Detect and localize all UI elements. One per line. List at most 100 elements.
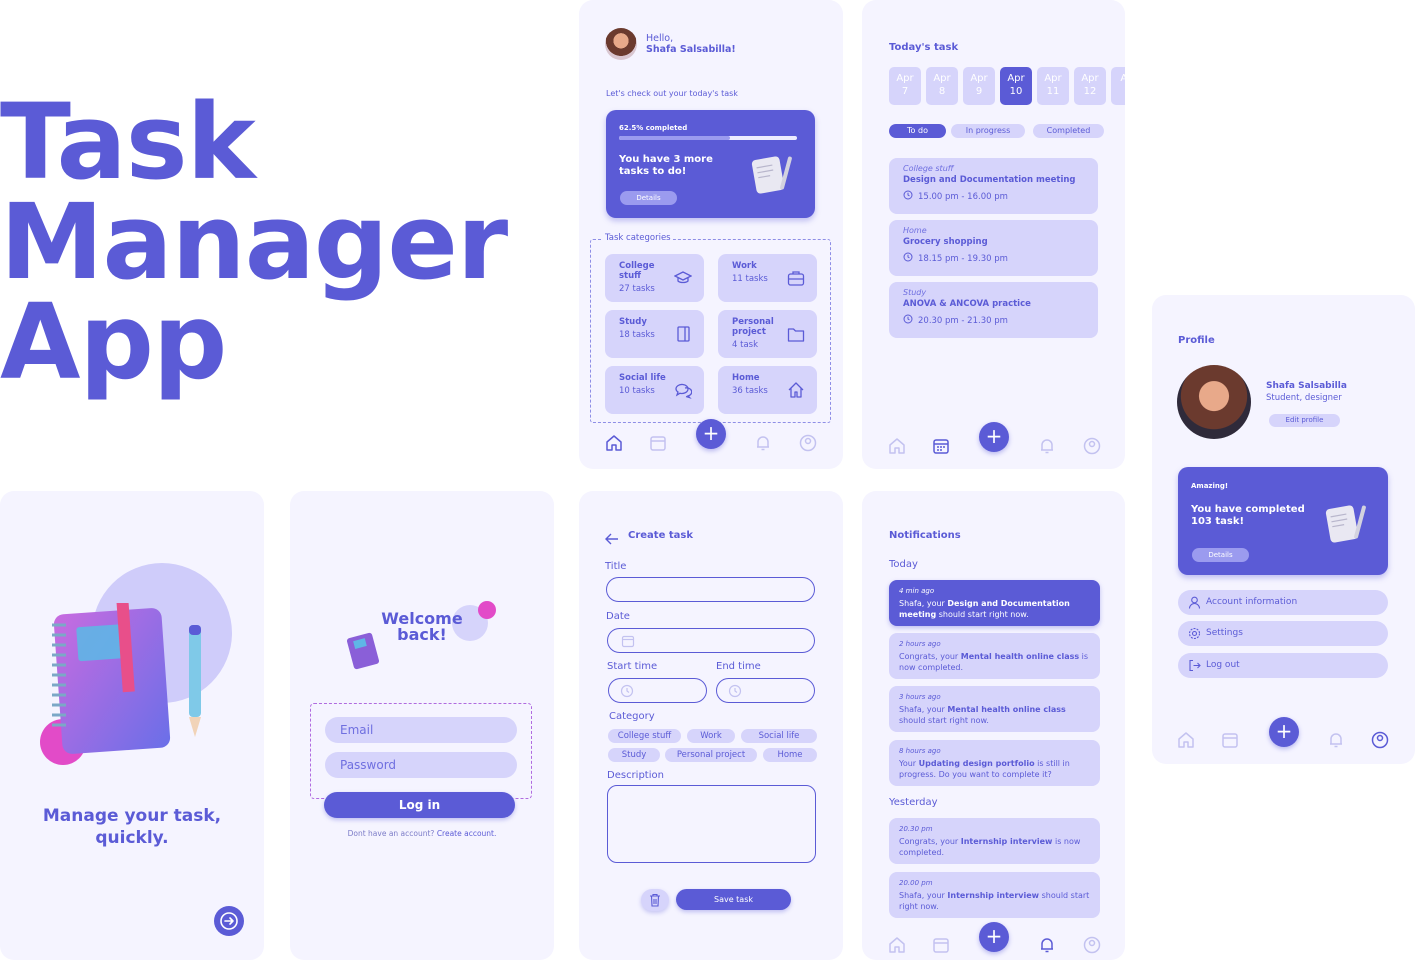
nav-calendar-icon[interactable] [931, 935, 951, 955]
nav-bell-icon[interactable] [753, 433, 773, 453]
next-button[interactable] [214, 906, 244, 936]
splash-tagline: Manage your task, quickly. [0, 805, 264, 849]
clock-icon [903, 252, 913, 265]
notification-item[interactable]: 8 hours ago Your Updating design portfoli… [889, 740, 1100, 786]
date-cell[interactable]: Ap1 [1111, 67, 1125, 105]
nav-bell-icon[interactable] [1037, 436, 1057, 456]
notification-item[interactable]: 3 hours ago Shafa, your Mental health onl… [889, 686, 1100, 732]
notification-item[interactable]: 20.30 pm Congrats, your Internship interv… [889, 818, 1100, 864]
date-cell[interactable]: Apr 11 [1037, 67, 1069, 105]
notification-post: should start right now. [936, 610, 1029, 619]
add-task-button[interactable]: + [979, 922, 1009, 952]
nav-home-icon[interactable] [887, 436, 907, 456]
profile-avatar [1177, 365, 1251, 439]
login-button[interactable]: Log in [324, 792, 515, 818]
account-information-button[interactable]: Account information [1178, 590, 1388, 615]
filter-chip[interactable]: To do [889, 124, 946, 138]
nav-home-icon[interactable] [604, 433, 624, 453]
notification-pre: Your [899, 759, 919, 768]
nav-calendar-icon[interactable] [648, 433, 668, 453]
edit-profile-button[interactable]: Edit profile [1269, 414, 1340, 427]
back-arrow-icon[interactable] [605, 530, 619, 545]
date-input[interactable] [607, 628, 815, 653]
category-name: Work [732, 261, 757, 271]
task-time-row: 15.00 pm - 16.00 pm [903, 190, 1084, 203]
calendar-icon [621, 635, 635, 648]
nav-profile-icon[interactable] [1082, 436, 1102, 456]
save-task-button[interactable]: Save task [676, 889, 791, 910]
category-card[interactable]: Personal project 4 task [718, 310, 817, 358]
date-cell[interactable]: Apr 8 [926, 67, 958, 105]
category-card[interactable]: Study 18 tasks [605, 310, 704, 358]
filter-chip[interactable]: In progress [951, 124, 1025, 138]
end-time-input[interactable] [716, 678, 815, 703]
category-chip[interactable]: Work [687, 729, 735, 743]
nav-calendar-icon[interactable] [931, 436, 951, 456]
start-time-input[interactable] [608, 678, 707, 703]
avatar[interactable] [605, 28, 637, 60]
nav-home-icon[interactable] [887, 935, 907, 955]
pencil-illustration [189, 625, 201, 737]
progress-details-button[interactable]: Details [620, 191, 677, 205]
category-card[interactable]: Home 36 tasks [718, 366, 817, 414]
task-time: 20.30 pm - 21.30 pm [918, 315, 1008, 326]
notification-pre: Congrats, your [899, 837, 961, 846]
home-screen: Hello, Shafa Salsabilla! Let's check out… [579, 0, 843, 469]
nav-home-icon[interactable] [1176, 730, 1196, 750]
progress-text: You have 3 more tasks to do! [619, 154, 713, 178]
notifications-bottom-nav: + [862, 922, 1125, 960]
briefcase-icon [787, 269, 805, 287]
splash-tagline-line1: Manage your task, [42, 806, 222, 826]
add-task-button[interactable]: + [696, 419, 726, 449]
category-chip[interactable]: Home [763, 748, 817, 762]
date-cell[interactable]: Apr 12 [1074, 67, 1106, 105]
gear-icon [1188, 627, 1201, 640]
nav-profile-icon[interactable] [1370, 730, 1390, 750]
hero-title-line3: App [0, 281, 227, 403]
category-card[interactable]: Social life 10 tasks [605, 366, 704, 414]
settings-button[interactable]: Settings [1178, 621, 1388, 646]
nav-bell-icon[interactable] [1037, 935, 1057, 955]
notification-time: 20.30 pm [899, 825, 933, 833]
nav-profile-icon[interactable] [798, 433, 818, 453]
notification-item[interactable]: 4 min ago Shafa, your Design and Document… [889, 580, 1100, 626]
user-icon [1188, 596, 1201, 609]
category-chip[interactable]: Social life [741, 729, 817, 743]
task-card[interactable]: Study ANOVA & ANCOVA practice 20.30 pm - 2… [889, 282, 1098, 338]
notebook-icon [751, 156, 792, 194]
nav-bell-icon[interactable] [1326, 730, 1346, 750]
progress-card[interactable]: 62.5% completed You have 3 more tasks to… [606, 110, 815, 218]
category-chip[interactable]: Study [608, 748, 660, 762]
email-field[interactable]: Email [325, 717, 517, 743]
category-chip[interactable]: Personal project [665, 748, 757, 762]
add-task-button[interactable]: + [979, 422, 1009, 452]
end-time-label: End time [716, 661, 761, 672]
filter-chip[interactable]: Completed [1033, 124, 1104, 138]
date-cell[interactable]: Apr 10 [1000, 67, 1032, 105]
description-input[interactable] [607, 785, 816, 863]
categories-heading: Task categories [603, 233, 673, 243]
title-input[interactable] [606, 577, 815, 602]
create-account-link[interactable]: Create account. [437, 829, 497, 838]
notification-item[interactable]: 20.00 pm Shafa, your Internship interview… [889, 872, 1100, 918]
clock-icon [728, 684, 742, 698]
notification-message: Shafa, your Internship interview should … [899, 891, 1089, 911]
password-field[interactable]: Password [325, 752, 517, 778]
category-chip[interactable]: College stuff [608, 729, 681, 743]
date-cell[interactable]: Apr 7 [889, 67, 921, 105]
nav-calendar-icon[interactable] [1220, 730, 1240, 750]
task-card[interactable]: College stuff Design and Documentation me… [889, 158, 1098, 214]
date-month: Apr [1044, 73, 1062, 84]
add-task-button[interactable]: + [1269, 717, 1299, 747]
profile-heading: Profile [1178, 335, 1215, 346]
notification-item[interactable]: 2 hours ago Congrats, your Mental health … [889, 633, 1100, 679]
category-card[interactable]: College stuff 27 tasks [605, 254, 704, 302]
delete-button[interactable] [641, 889, 669, 911]
date-cell[interactable]: Apr 9 [963, 67, 995, 105]
task-card[interactable]: Home Grocery shopping 18.15 pm - 19.30 pm [889, 220, 1098, 276]
progress-track [619, 136, 797, 140]
logout-button[interactable]: Log out [1178, 653, 1388, 678]
nav-profile-icon[interactable] [1082, 935, 1102, 955]
achievement-details-button[interactable]: Details [1192, 548, 1249, 562]
category-card[interactable]: Work 11 tasks [718, 254, 817, 302]
